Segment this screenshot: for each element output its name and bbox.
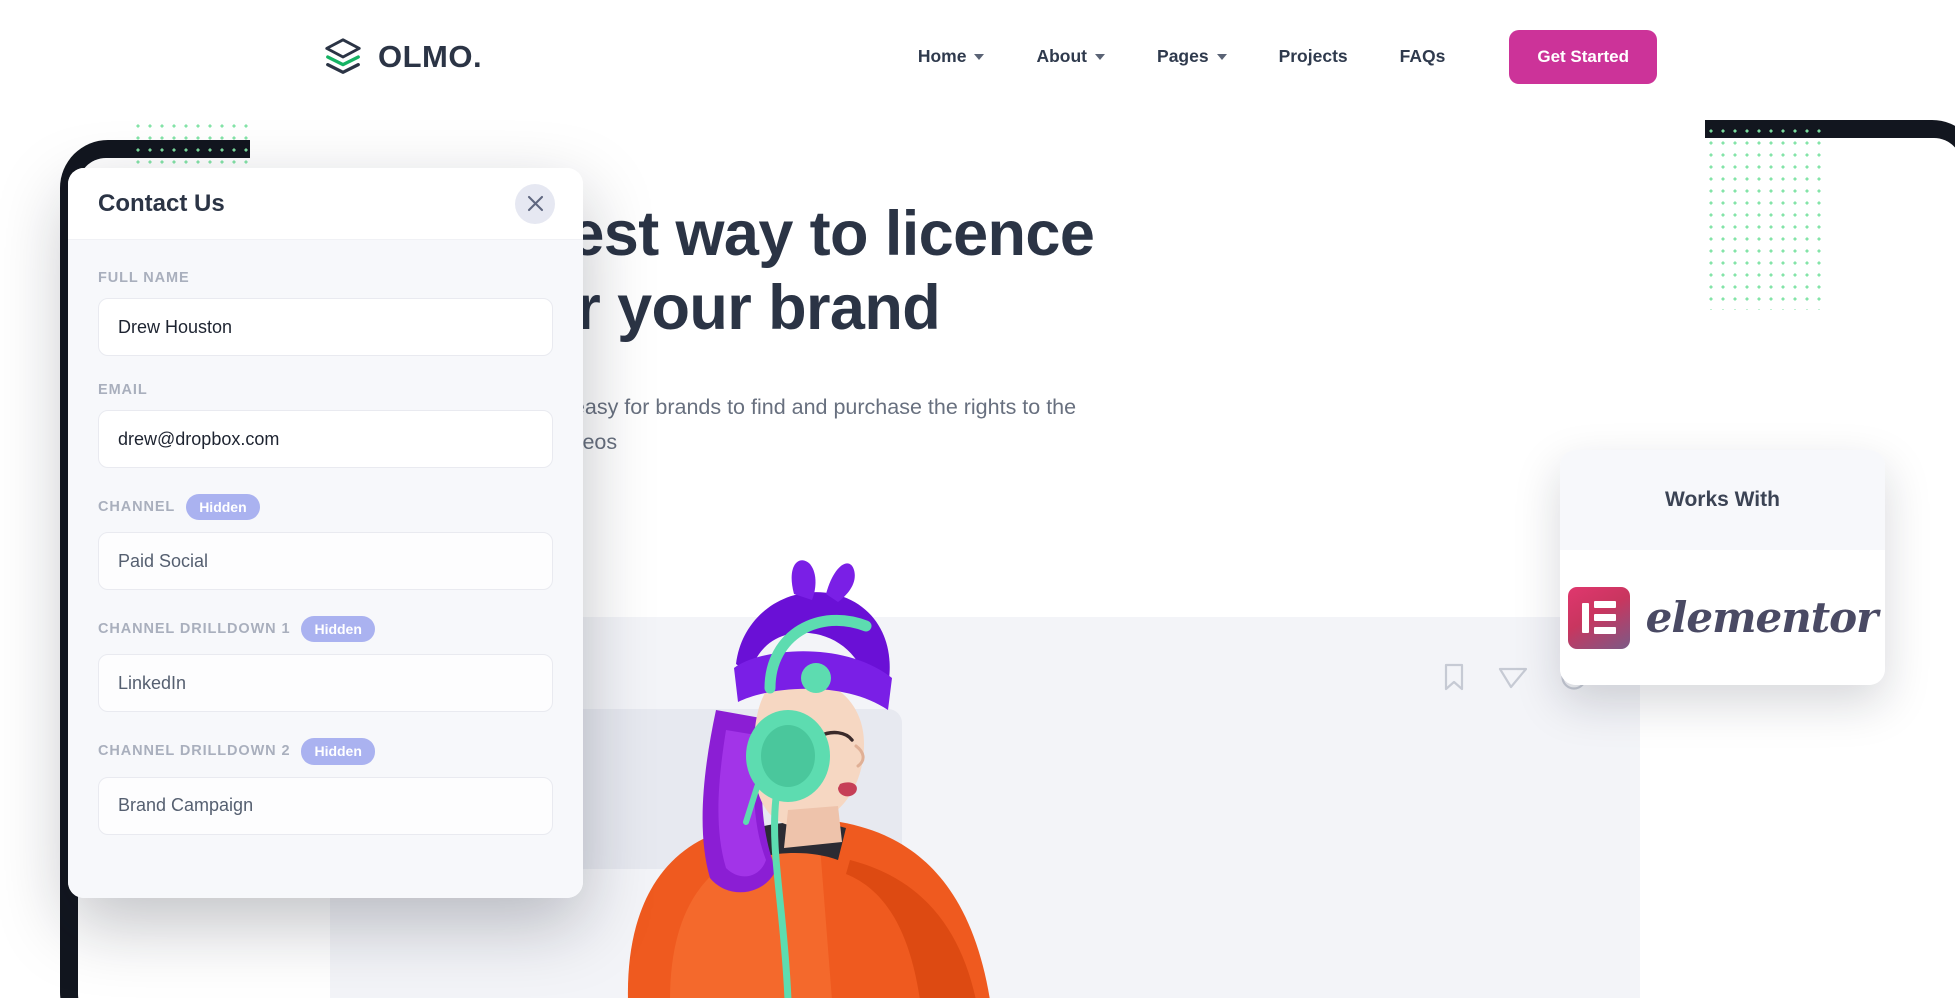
modal-title: Contact Us (98, 189, 225, 217)
screenshot-stage: OLMO. Home About Pages Projects FAQs Get… (0, 0, 1955, 998)
field-full-name: FULL NAME (98, 270, 553, 356)
field-label: FULL NAME (98, 270, 190, 286)
nav-item-label: Pages (1157, 46, 1209, 66)
works-with-card: Works With elementor (1560, 450, 1885, 685)
brand-name: OLMO. (378, 38, 483, 74)
nav-item-label: FAQs (1399, 46, 1446, 66)
channel-input[interactable] (98, 532, 553, 591)
field-label: CHANNEL (98, 499, 176, 516)
nav-item-label: Home (917, 46, 967, 66)
close-button[interactable] (515, 183, 555, 224)
nav-item-home[interactable]: Home (892, 46, 1011, 67)
nav-item-faqs[interactable]: FAQs (1374, 46, 1472, 67)
chevron-down-icon (974, 53, 985, 60)
bookmark-icon[interactable] (1442, 663, 1466, 691)
channel-drilldown-2-input[interactable] (98, 776, 553, 835)
chevron-down-icon (1216, 53, 1227, 60)
field-label: CHANNEL DRILLDOWN 1 (98, 621, 291, 638)
channel-drilldown-1-input[interactable] (98, 654, 553, 713)
nav-links: Home About Pages Projects FAQs Get Start… (892, 29, 1657, 84)
nav-item-about[interactable]: About (1010, 46, 1131, 67)
close-icon (527, 195, 543, 212)
full-name-input[interactable] (98, 298, 553, 356)
nav-item-projects[interactable]: Projects (1253, 46, 1374, 67)
nav-item-pages[interactable]: Pages (1131, 46, 1253, 67)
field-email: EMAIL (98, 382, 553, 468)
works-with-partner: elementor (1560, 550, 1885, 685)
modal-header: Contact Us (68, 168, 583, 240)
hero-person-illustration (628, 560, 990, 998)
hidden-badge: Hidden (186, 494, 260, 521)
elementor-wordmark: elementor (1645, 593, 1879, 642)
email-input[interactable] (98, 410, 553, 468)
get-started-button[interactable]: Get Started (1509, 29, 1657, 84)
field-label: CHANNEL DRILLDOWN 2 (98, 743, 291, 760)
hidden-badge: Hidden (301, 738, 375, 765)
brand-logo[interactable]: OLMO. (322, 36, 482, 78)
top-navbar: OLMO. Home About Pages Projects FAQs Get… (250, 0, 1705, 113)
works-with-title: Works With (1560, 450, 1885, 550)
send-icon[interactable] (1498, 663, 1528, 691)
nav-item-label: About (1036, 46, 1088, 66)
field-channel: CHANNEL Hidden (98, 494, 553, 591)
contact-modal: Contact Us FULL NAME EMAIL (68, 168, 583, 898)
elementor-logo-icon (1567, 586, 1630, 649)
nav-item-label: Projects (1278, 46, 1348, 66)
field-label: EMAIL (98, 382, 148, 398)
modal-body: FULL NAME EMAIL CHANNEL Hidden CHA (68, 240, 583, 898)
chevron-down-icon (1095, 53, 1106, 60)
stacked-layers-icon (325, 37, 361, 74)
field-channel-drilldown-1: CHANNEL DRILLDOWN 1 Hidden (98, 616, 553, 713)
decor-dot-pattern-right (1705, 125, 1825, 310)
hidden-badge: Hidden (301, 616, 375, 643)
field-channel-drilldown-2: CHANNEL DRILLDOWN 2 Hidden (98, 738, 553, 835)
